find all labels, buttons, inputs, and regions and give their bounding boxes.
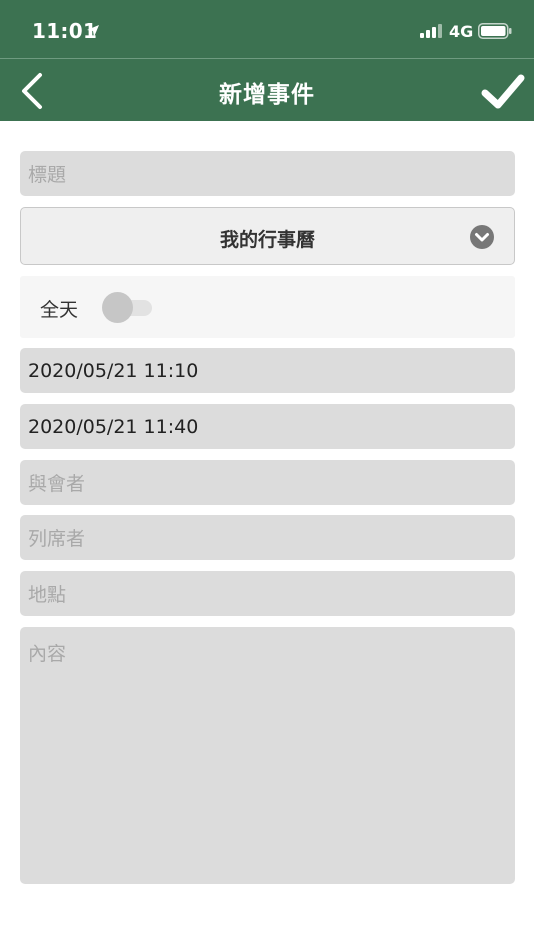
participants-input[interactable]: 列席者	[20, 515, 515, 560]
start-time-field[interactable]: 2020/05/21 11:10	[20, 348, 515, 393]
signal-icon	[420, 24, 442, 38]
content-textarea[interactable]: 內容	[20, 627, 515, 884]
end-time-field[interactable]: 2020/05/21 11:40	[20, 404, 515, 449]
location-arrow-icon	[87, 25, 99, 37]
chevron-down-icon	[470, 225, 494, 249]
toggle-knob	[102, 292, 133, 323]
nav-bar: 新增事件	[0, 58, 534, 121]
checkmark-icon	[481, 74, 525, 109]
attendees-input[interactable]: 與會者	[20, 460, 515, 505]
status-bar: 11:01 4G	[0, 0, 534, 58]
title-input[interactable]: 標題	[20, 151, 515, 196]
calendar-selected-value: 我的行事曆	[219, 229, 315, 251]
save-button[interactable]	[480, 71, 526, 113]
all-day-toggle[interactable]	[102, 292, 152, 323]
calendar-select[interactable]: 我的行事曆	[20, 207, 515, 265]
all-day-row: 全天	[20, 276, 515, 338]
page-title: 新增事件	[219, 82, 315, 108]
location-input[interactable]: 地點	[20, 571, 515, 616]
battery-icon	[478, 23, 512, 39]
all-day-label: 全天	[40, 299, 79, 321]
network-label: 4G	[449, 22, 474, 41]
